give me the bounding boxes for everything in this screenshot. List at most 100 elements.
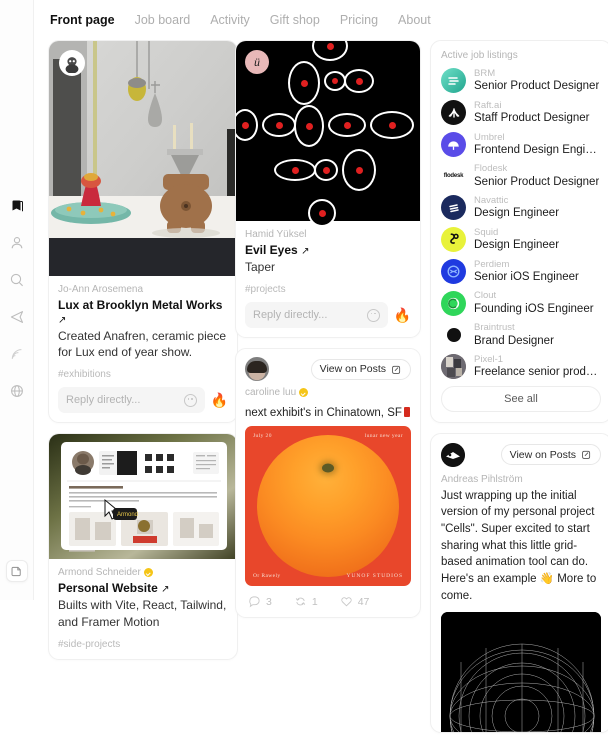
verified-badge-icon bbox=[299, 388, 308, 397]
post-description: Created Anafren, ceramic piece for Lux e… bbox=[58, 328, 228, 360]
job-listing-umbrel[interactable]: Umbrel Frontend Design Engineer bbox=[441, 132, 601, 158]
external-window-icon bbox=[391, 364, 402, 375]
book-icon[interactable] bbox=[7, 196, 27, 216]
post-tag[interactable]: #exhibitions bbox=[58, 369, 228, 380]
post-card-caroline[interactable]: View on Posts caroline luu next exhibit'… bbox=[235, 348, 421, 618]
poster-bottom-left: Or Rawely bbox=[253, 573, 281, 579]
globe-icon[interactable] bbox=[7, 381, 27, 401]
flame-reaction-icon[interactable]: 🔥 bbox=[394, 308, 411, 322]
feed-board: Jo-Ann Arosemena Lux at Brooklyn Metal W… bbox=[34, 40, 608, 600]
repost-reaction[interactable]: 1 bbox=[294, 595, 318, 608]
rss-icon[interactable] bbox=[7, 344, 27, 364]
job-company: Flodesk bbox=[474, 163, 599, 174]
post-tag[interactable]: #projects bbox=[245, 284, 411, 295]
post-image-poster: July 20 lunar new year Or Rawely YUNOF S… bbox=[245, 426, 411, 586]
post-card-evil-eyes[interactable]: ü Hamid Yüksel Evil Eyes ↗ Taper #pro bbox=[235, 40, 421, 338]
emoji-icon[interactable] bbox=[367, 309, 380, 322]
perdiem-logo bbox=[441, 259, 466, 284]
nav-item-about[interactable]: About bbox=[398, 13, 431, 27]
reply-input[interactable]: Reply directly... bbox=[58, 387, 205, 413]
job-company: Clout bbox=[474, 290, 594, 301]
post-title[interactable]: Lux at Brooklyn Metal Works ↗ bbox=[58, 298, 228, 326]
job-role: Senior Product Designer bbox=[474, 175, 599, 189]
external-link-icon: ↗ bbox=[301, 246, 309, 257]
nav-item-gift-shop[interactable]: Gift shop bbox=[270, 13, 320, 27]
job-company: Braintrust bbox=[474, 322, 554, 333]
post-title[interactable]: Personal Website ↗ bbox=[58, 581, 228, 595]
reaction-bar: 3 1 47 bbox=[236, 586, 420, 617]
heart-count: 47 bbox=[358, 596, 370, 608]
post-image-lux bbox=[49, 41, 237, 276]
job-listing-clout[interactable]: Clout Founding iOS Engineer bbox=[441, 290, 601, 316]
job-listing-navattic[interactable]: Navattic Design Engineer bbox=[441, 195, 601, 221]
brm-logo bbox=[441, 68, 466, 93]
raft-logo bbox=[441, 100, 466, 125]
job-role: Frontend Design Engineer bbox=[474, 143, 602, 157]
reply-placeholder: Reply directly... bbox=[253, 309, 327, 321]
emoji-icon[interactable] bbox=[184, 394, 197, 407]
see-all-button[interactable]: See all bbox=[441, 386, 601, 412]
view-on-posts-button[interactable]: View on Posts bbox=[501, 444, 601, 465]
post-card-lux[interactable]: Jo-Ann Arosemena Lux at Brooklyn Metal W… bbox=[48, 40, 238, 423]
job-listing-squid[interactable]: Squid Design Engineer bbox=[441, 227, 601, 253]
verified-badge-icon bbox=[144, 568, 153, 577]
post-title[interactable]: Evil Eyes ↗ bbox=[245, 243, 411, 257]
post-author: Hamid Yüksel bbox=[245, 229, 411, 240]
job-listing-brm[interactable]: BRM Senior Product Designer bbox=[441, 68, 601, 94]
nav-item-front-page[interactable]: Front page bbox=[50, 13, 115, 27]
view-on-posts-button[interactable]: View on Posts bbox=[311, 359, 411, 380]
sticker-badge: ü bbox=[245, 50, 269, 74]
person-icon[interactable] bbox=[7, 233, 27, 253]
reply-input[interactable]: Reply directly... bbox=[245, 302, 388, 328]
job-listing-flodesk[interactable]: flodesk Flodesk Senior Product Designer bbox=[441, 163, 601, 189]
job-company: Squid bbox=[474, 227, 559, 238]
reply-row: Reply directly... 🔥 bbox=[58, 387, 228, 413]
post-card-andreas[interactable]: View on Posts Andreas Pihlström Just wra… bbox=[430, 433, 608, 734]
job-listing-pixel1[interactable]: Pixel-1 Freelance senior product desi... bbox=[441, 354, 601, 380]
comment-count: 3 bbox=[266, 596, 272, 608]
post-author: Jo-Ann Arosemena bbox=[58, 284, 228, 295]
job-role: Freelance senior product desi... bbox=[474, 365, 602, 379]
paper-plane-icon[interactable] bbox=[7, 307, 27, 327]
post-image-personal-website: Armond bbox=[49, 434, 237, 559]
avatar[interactable] bbox=[245, 357, 269, 381]
post-body: Armond Schneider Personal Website ↗ Buil… bbox=[49, 559, 237, 658]
navattic-logo bbox=[441, 195, 466, 220]
note-icon[interactable] bbox=[6, 560, 28, 582]
post-body: Jo-Ann Arosemena Lux at Brooklyn Metal W… bbox=[49, 276, 237, 422]
job-role: Founding iOS Engineer bbox=[474, 302, 594, 316]
flame-reaction-icon[interactable]: 🔥 bbox=[211, 393, 228, 407]
active-job-listings-panel: Active job listings BRM Senior Product D… bbox=[430, 40, 608, 423]
search-icon[interactable] bbox=[7, 270, 27, 290]
post-text: next exhibit's in Chinatown, SF bbox=[236, 401, 420, 426]
clout-logo bbox=[441, 291, 466, 316]
job-company: Perdiem bbox=[474, 259, 579, 270]
heart-reaction[interactable]: 47 bbox=[340, 595, 370, 608]
poster-top-left: July 20 bbox=[253, 433, 272, 439]
external-link-icon: ↗ bbox=[58, 315, 66, 326]
job-listing-raft[interactable]: Raft.ai Staff Product Designer bbox=[441, 100, 601, 126]
job-listing-perdiem[interactable]: Perdiem Senior iOS Engineer bbox=[441, 259, 601, 285]
poster-bottom-right: YUNOF STUDIOS bbox=[346, 573, 403, 579]
repost-icon bbox=[294, 595, 307, 608]
job-role: Design Engineer bbox=[474, 238, 559, 252]
external-link-icon: ↗ bbox=[161, 584, 169, 595]
top-navigation: Front page Job board Activity Gift shop … bbox=[34, 0, 608, 40]
post-tag[interactable]: #side-projects bbox=[58, 639, 228, 650]
nav-item-pricing[interactable]: Pricing bbox=[340, 13, 378, 27]
post-card-personal-website[interactable]: Armond Armond Schneider Personal Website… bbox=[48, 433, 238, 659]
job-role: Senior Product Designer bbox=[474, 79, 599, 93]
job-listing-braintrust[interactable]: Braintrust Brand Designer bbox=[441, 322, 601, 348]
comment-reaction[interactable]: 3 bbox=[248, 595, 272, 608]
avatar[interactable] bbox=[59, 50, 85, 76]
post-image-evil-eyes: ü bbox=[236, 41, 420, 221]
reply-placeholder: Reply directly... bbox=[66, 394, 140, 406]
squid-logo bbox=[441, 227, 466, 252]
post-description: Builts with Vite, React, Tailwind, and F… bbox=[58, 597, 228, 629]
nav-item-activity[interactable]: Activity bbox=[210, 13, 250, 27]
external-window-icon bbox=[581, 449, 592, 460]
nav-item-job-board[interactable]: Job board bbox=[135, 13, 191, 27]
avatar[interactable] bbox=[441, 443, 465, 467]
job-company: Umbrel bbox=[474, 132, 602, 143]
svg-text:Armond: Armond bbox=[117, 512, 138, 518]
